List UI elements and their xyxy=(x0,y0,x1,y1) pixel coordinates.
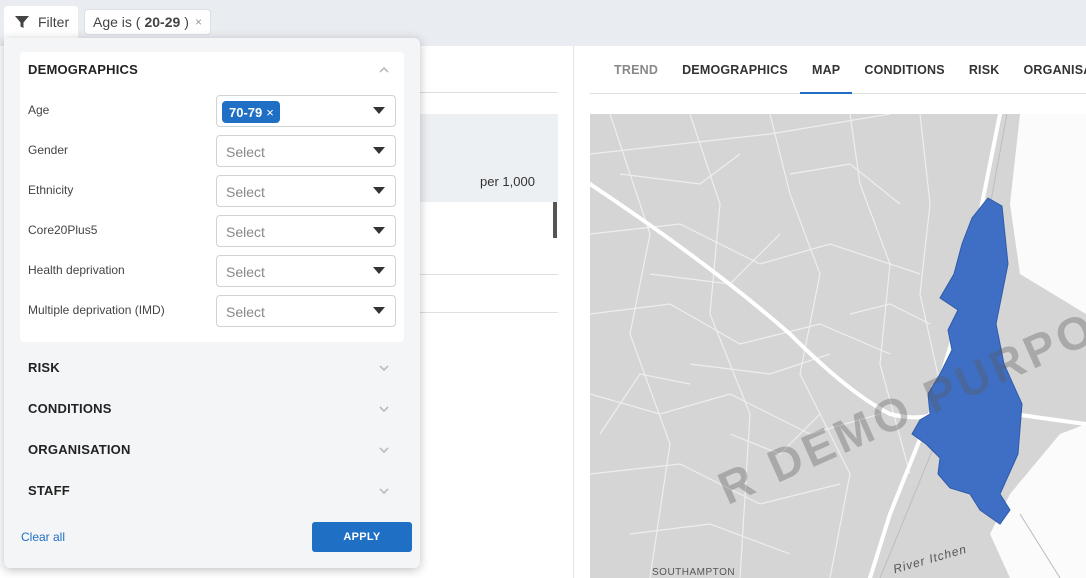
chevron-down-icon[interactable] xyxy=(378,444,390,456)
select-placeholder: Select xyxy=(226,144,265,160)
chevron-down-icon[interactable] xyxy=(378,403,390,415)
demographics-title[interactable]: DEMOGRAPHICS xyxy=(28,62,138,77)
core20plus5-field: Core20Plus5 Select xyxy=(28,215,396,247)
map-view[interactable]: R DEMO PURPO River Itchen SOUTHAMPTON xyxy=(590,114,1086,578)
age-select[interactable]: 70-79 × xyxy=(216,95,396,127)
tag-remove-icon[interactable]: × xyxy=(266,105,274,120)
age-field: Age 70-79 × xyxy=(28,95,396,127)
field-label: Health deprivation xyxy=(28,263,125,277)
imd-select[interactable]: Select xyxy=(216,295,396,327)
tab-demographics[interactable]: DEMOGRAPHICS xyxy=(670,46,800,94)
apply-button[interactable]: APPLY xyxy=(312,522,412,552)
tab-trend[interactable]: TREND xyxy=(590,46,670,94)
caret-down-icon[interactable] xyxy=(373,187,385,194)
section-organisation[interactable]: ORGANISATION xyxy=(28,442,131,457)
filter-icon xyxy=(15,16,29,28)
select-placeholder: Select xyxy=(226,304,265,320)
ethnicity-select[interactable]: Select xyxy=(216,175,396,207)
place-label: SOUTHAMPTON xyxy=(652,567,736,578)
tab-map[interactable]: MAP xyxy=(799,46,853,94)
clear-all-link[interactable]: Clear all xyxy=(21,530,65,544)
chevron-down-icon[interactable] xyxy=(378,485,390,497)
divider xyxy=(420,274,558,275)
per-label: per 1,000 xyxy=(480,174,535,189)
filter-panel: DEMOGRAPHICS Age 70-79 × Gender Select E… xyxy=(4,38,420,568)
health-deprivation-field: Health deprivation Select xyxy=(28,255,396,287)
ethnicity-field: Ethnicity Select xyxy=(28,175,396,207)
field-label: Age xyxy=(28,103,50,117)
caret-down-icon[interactable] xyxy=(373,107,385,114)
caret-down-icon[interactable] xyxy=(373,267,385,274)
imd-field: Multiple deprivation (IMD) Select xyxy=(28,295,396,327)
section-staff[interactable]: STAFF xyxy=(28,483,70,498)
health-deprivation-select[interactable]: Select xyxy=(216,255,396,287)
demographics-section: DEMOGRAPHICS Age 70-79 × Gender Select E… xyxy=(20,52,404,342)
field-label: Multiple deprivation (IMD) xyxy=(28,303,165,317)
caret-down-icon[interactable] xyxy=(373,227,385,234)
chip-close-icon[interactable]: × xyxy=(195,15,202,29)
divider xyxy=(420,312,558,313)
caret-down-icon[interactable] xyxy=(373,307,385,314)
select-placeholder: Select xyxy=(226,264,265,280)
scroll-indicator xyxy=(553,202,557,238)
chevron-up-icon[interactable] xyxy=(378,64,390,76)
tab-bar: TREND DEMOGRAPHICS MAP CONDITIONS RISK O… xyxy=(590,46,1086,94)
chip-value: 20-29 xyxy=(144,14,181,30)
tab-organisation[interactable]: ORGANISATION xyxy=(1012,46,1086,94)
active-filter-chip[interactable]: Age is (20-29) × xyxy=(84,9,211,35)
select-placeholder: Select xyxy=(226,184,265,200)
divider xyxy=(420,92,558,93)
core20plus5-select[interactable]: Select xyxy=(216,215,396,247)
field-label: Ethnicity xyxy=(28,183,74,197)
chip-prefix: Age is ( xyxy=(93,14,141,30)
caret-down-icon[interactable] xyxy=(373,147,385,154)
filter-button[interactable]: Filter xyxy=(4,6,78,38)
tab-conditions[interactable]: CONDITIONS xyxy=(852,46,956,94)
tab-risk[interactable]: RISK xyxy=(957,46,1012,94)
field-label: Core20Plus5 xyxy=(28,223,98,237)
section-conditions[interactable]: CONDITIONS xyxy=(28,401,112,416)
filter-label: Filter xyxy=(38,14,70,30)
tag-label: 70-79 xyxy=(229,104,263,120)
chip-suffix: ) xyxy=(184,14,189,30)
chevron-down-icon[interactable] xyxy=(378,362,390,374)
gender-select[interactable]: Select xyxy=(216,135,396,167)
section-risk[interactable]: RISK xyxy=(28,360,60,375)
gender-field: Gender Select xyxy=(28,135,396,167)
field-label: Gender xyxy=(28,143,69,157)
select-placeholder: Select xyxy=(226,224,265,240)
selected-tag: 70-79 × xyxy=(222,101,280,123)
